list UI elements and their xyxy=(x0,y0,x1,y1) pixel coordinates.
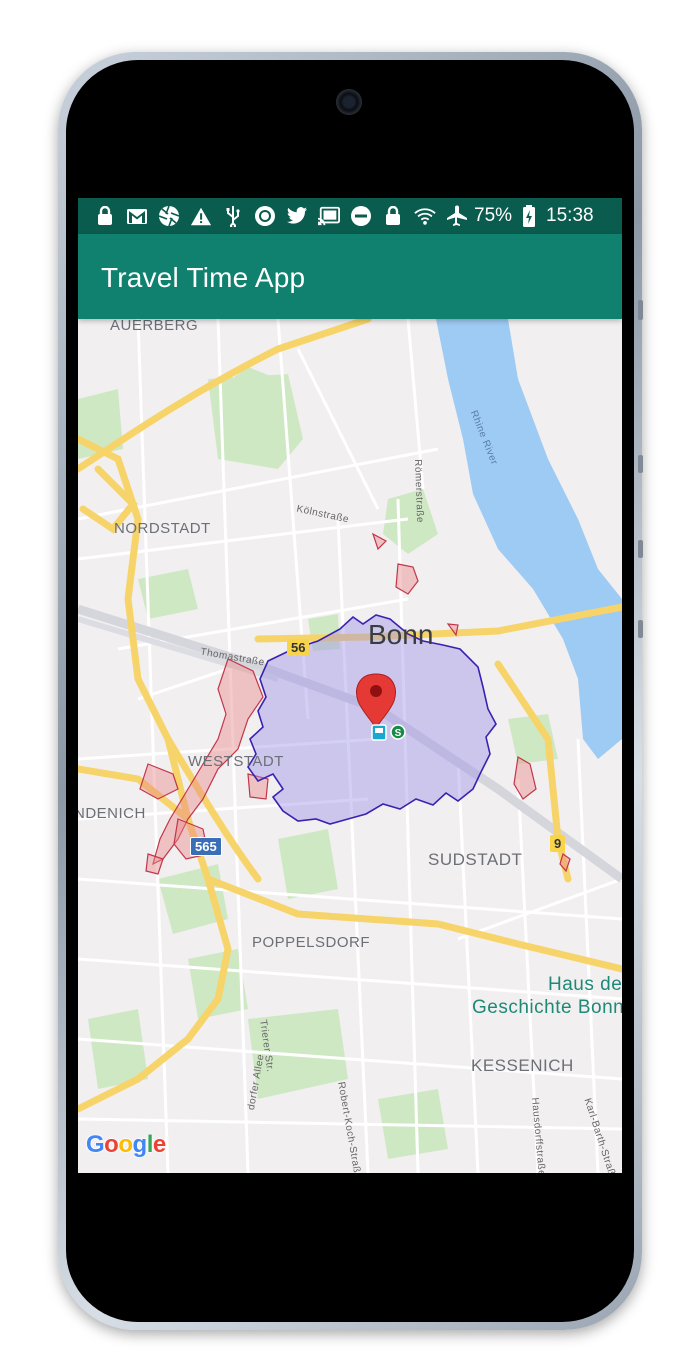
label-sudstadt: SUDSTADT xyxy=(428,850,523,869)
label-bonn: Bonn xyxy=(368,619,434,650)
google-logo: Google xyxy=(86,1131,166,1158)
lock-icon xyxy=(94,205,116,227)
label-nordstadt: NORDSTADT xyxy=(114,520,211,537)
gmail-icon xyxy=(126,205,148,227)
record-icon xyxy=(254,205,276,227)
screen: 75% 15:38 Travel Time App S AUERBERG NOR… xyxy=(78,198,622,1173)
label-haus-der-geschichte-2: Geschichte Bonn xyxy=(472,997,622,1018)
map-view[interactable]: S AUERBERG NORDSTADT Bonn WESTSTADT NDEN… xyxy=(78,319,622,1173)
aperture-icon xyxy=(158,205,180,227)
airplane-icon xyxy=(446,205,468,227)
label-auerberg: AUERBERG xyxy=(110,319,199,334)
twitter-icon xyxy=(286,205,308,227)
warning-icon xyxy=(190,205,212,227)
svg-text:S: S xyxy=(395,728,402,739)
battery-percentage: 75% xyxy=(474,205,513,226)
app-bar: Travel Time App xyxy=(78,234,622,319)
map-canvas[interactable]: S xyxy=(78,319,622,1173)
app-title: Travel Time App xyxy=(101,262,306,293)
label-haus-der-geschichte-1: Haus de xyxy=(548,974,622,995)
volume-down-button xyxy=(638,455,643,473)
status-bar: 75% 15:38 xyxy=(78,198,622,234)
road-shield-b9: 9 xyxy=(550,835,566,852)
volume-up-button xyxy=(638,300,643,320)
label-kessenich: KESSENICH xyxy=(471,1056,574,1075)
do-not-disturb-icon xyxy=(350,205,372,227)
road-shield-b56: 56 xyxy=(287,639,310,656)
label-endenich: NDENICH xyxy=(78,805,146,822)
lock-icon xyxy=(382,205,404,227)
front-camera xyxy=(336,89,362,115)
road-shield-a565: 565 xyxy=(190,837,222,856)
wifi-icon xyxy=(414,205,436,227)
battery-charging-icon xyxy=(518,205,540,227)
label-weststadt: WESTSTADT xyxy=(188,753,284,770)
label-poppelsdorf: POPPELSDORF xyxy=(252,934,371,951)
usb-icon xyxy=(222,205,244,227)
status-clock: 15:38 xyxy=(546,205,594,226)
side-key xyxy=(638,620,643,638)
power-button xyxy=(638,540,643,558)
label-roemerstrasse: Römerstraße xyxy=(412,459,426,524)
cast-icon xyxy=(318,205,340,227)
